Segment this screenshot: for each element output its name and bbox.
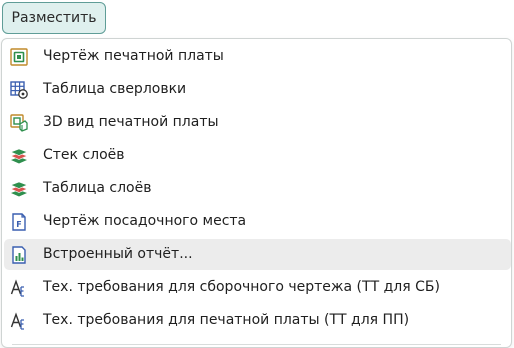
menu-item-layer-stack[interactable]: Стек слоёв xyxy=(4,140,511,171)
place-dropdown-menu: Чертёж печатной платы Таблица сверловки xyxy=(1,38,512,348)
menu-item-footprint-drawing[interactable]: F Чертёж посадочного места xyxy=(4,206,511,237)
menu-item-label: Таблица слоёв xyxy=(43,180,152,196)
menu-item-embedded-report[interactable]: Встроенный отчёт... xyxy=(4,239,511,270)
menu-item-pcb-drawing[interactable]: Чертёж печатной платы xyxy=(4,41,511,72)
pcb-drawing-icon xyxy=(10,48,28,66)
menu-item-label: 3D вид печатной платы xyxy=(43,114,219,130)
layer-table-icon xyxy=(10,180,28,198)
menu-item-label: Стек слоёв xyxy=(43,147,125,163)
menu-item-pcb-3d-view[interactable]: 3D вид печатной платы xyxy=(4,107,511,138)
menu-item-tech-requirements-pcb[interactable]: Тех. требования для печатной платы (ТТ д… xyxy=(4,305,511,336)
footprint-drawing-icon: F xyxy=(10,213,28,231)
menu-item-label: Таблица сверловки xyxy=(43,81,187,97)
menu-item-drill-table[interactable]: Таблица сверловки xyxy=(4,74,511,105)
menu-item-tech-requirements-assembly[interactable]: Тех. требования для сборочного чертежа (… xyxy=(4,272,511,303)
embedded-report-icon xyxy=(10,246,28,264)
tech-requirements-text-icon xyxy=(10,312,28,330)
menu-item-label: Тех. требования для печатной платы (ТТ д… xyxy=(43,312,410,328)
menu-item-label: Встроенный отчёт... xyxy=(43,246,193,262)
layer-stack-icon xyxy=(10,147,28,165)
menu-divider xyxy=(12,344,501,345)
menu-item-label: Тех. требования для сборочного чертежа (… xyxy=(43,279,440,295)
drill-table-icon xyxy=(10,81,28,99)
menu-item-layer-table[interactable]: Таблица слоёв xyxy=(4,173,511,204)
pcb-3d-view-icon xyxy=(10,114,28,132)
place-button[interactable]: Разместить xyxy=(2,2,106,34)
menu-item-label: Чертёж печатной платы xyxy=(43,48,224,64)
menu-item-label: Чертёж посадочного места xyxy=(43,213,247,229)
tech-requirements-text-icon xyxy=(10,279,28,297)
svg-text:F: F xyxy=(16,220,21,229)
